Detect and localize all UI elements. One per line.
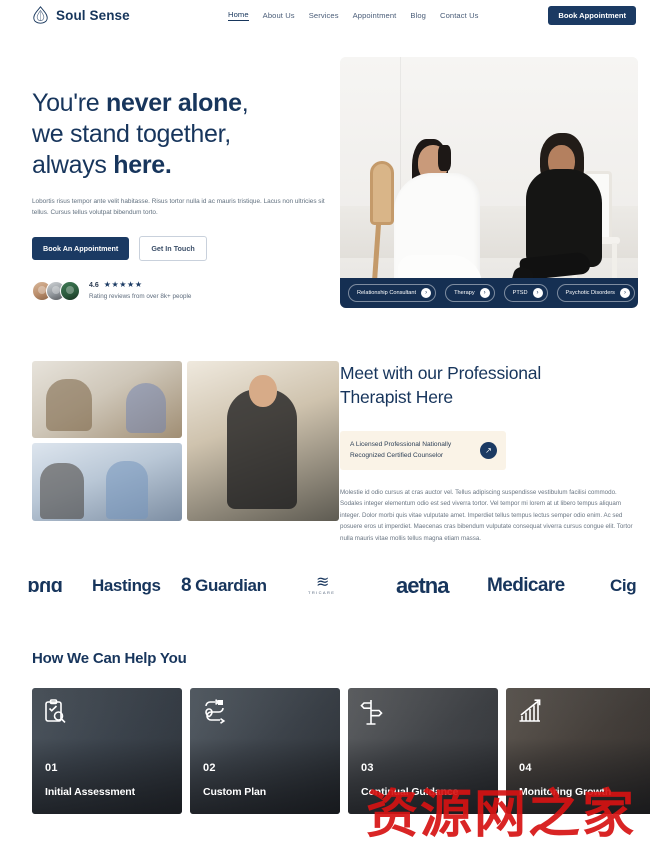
card-label: Monitoring Growth (519, 786, 612, 798)
nav-item-about-us[interactable]: About Us (263, 11, 295, 20)
partner-logo-cigna-left: ɒnɑ (28, 574, 63, 597)
nav-item-appointment[interactable]: Appointment (353, 11, 397, 20)
card-label: Continual Guidance (361, 786, 459, 798)
therapist-body-text: Molestie id odio cursus at cras auctor v… (340, 488, 633, 542)
chevron-right-icon: › (421, 288, 432, 298)
card-label: Custom Plan (203, 786, 267, 798)
card-number: 02 (203, 762, 216, 774)
service-tag-label: Psychotic Disorders (565, 290, 615, 296)
hero-buttons: Book An Appointment Get In Touch (32, 235, 332, 261)
nav-item-blog[interactable]: Blog (410, 11, 426, 20)
chevron-right-icon: › (532, 288, 543, 298)
hero-paragraph: Lobortis risus tempor ante velit habitas… (32, 198, 325, 217)
service-tag-label: PTSD (512, 290, 528, 296)
partner-logo-hastings: Hastings (92, 576, 161, 595)
service-tag-ptsd[interactable]: PTSD › (503, 284, 548, 302)
nav-item-services[interactable]: Services (309, 11, 339, 20)
hero-image-person-left (388, 137, 486, 305)
star-rating-icon: ★★★★★ (103, 280, 143, 290)
brand-logo[interactable]: Soul Sense (32, 6, 130, 24)
help-card-continual-guidance[interactable]: 03 Continual Guidance (348, 688, 498, 814)
partner-logo-strip: ɒnɑ Hastings 8 Guardian ≋ TRICARE aetna … (0, 566, 650, 606)
rating-score: 4.6 (89, 281, 99, 289)
brand-name: Soul Sense (56, 7, 130, 23)
help-cards: 01 Initial Assessment 02 Custom Plan 03 … (32, 688, 650, 814)
help-section-title: How We Can Help You (32, 650, 187, 667)
therapist-photo-portrait (187, 361, 339, 521)
service-tag-therapy[interactable]: Therapy › (445, 284, 495, 302)
rating-text: 4.6 ★★★★★ Rating reviews from over 8k+ p… (89, 280, 192, 301)
nav-item-contact-us[interactable]: Contact Us (440, 11, 479, 20)
hero-title: You're never alone, we stand together, a… (32, 88, 332, 180)
book-an-appointment-button[interactable]: Book An Appointment (32, 236, 130, 260)
hero-title-line1: You're (32, 89, 107, 117)
card-label: Initial Assessment (45, 786, 136, 798)
licensed-counselor-badge[interactable]: A Licensed Professional Nationally Recog… (340, 431, 506, 470)
site-header: Soul Sense Home About Us Services Appoin… (0, 0, 650, 30)
hero-title-bold2: here. (113, 150, 172, 179)
therapist-photo-session-1 (32, 361, 182, 438)
service-tag-relationship-consultant[interactable]: Relationship Consultant › (348, 284, 437, 302)
therapist-section: Meet with our Professional Therapist Her… (340, 361, 640, 544)
rating-block: 4.6 ★★★★★ Rating reviews from over 8k+ p… (32, 280, 332, 301)
card-number: 01 (45, 762, 58, 774)
tricare-label: TRICARE (308, 589, 336, 595)
arrow-up-right-icon[interactable]: ↗ (480, 442, 497, 459)
route-plan-icon (202, 699, 227, 730)
bar-chart-growth-icon (518, 699, 543, 730)
guardian-label: Guardian (195, 576, 267, 595)
hero-title-comma: , (241, 89, 249, 117)
chevron-right-icon: › (619, 288, 630, 298)
main-nav: Home About Us Services Appointment Blog … (228, 10, 479, 21)
hero-title-line2: we stand together, (32, 119, 231, 148)
reviewer-avatars (32, 280, 80, 301)
therapist-title-line2: Therapist Here (340, 387, 453, 408)
service-tag-psychotic-disorders[interactable]: Psychotic Disorders › (556, 284, 635, 302)
card-number: 04 (519, 762, 532, 774)
chevron-right-icon: › (479, 288, 490, 298)
clipboard-search-icon (44, 699, 68, 730)
droplet-lotus-icon (32, 6, 49, 24)
service-tag-label: Therapy (454, 290, 475, 296)
get-in-touch-button[interactable]: Get In Touch (139, 235, 207, 261)
signpost-icon (360, 699, 384, 730)
partner-logo-medicare: Medicare (487, 575, 565, 596)
service-tag-label: Relationship Consultant (357, 290, 417, 296)
badge-line-1: A Licensed Professional Nationally (350, 441, 452, 449)
therapist-photo-session-2 (32, 443, 182, 521)
hero-content: You're never alone, we stand together, a… (32, 88, 332, 301)
tricare-wave-icon: ≋ (315, 574, 329, 592)
avatar (60, 280, 80, 301)
hero-title-bold1: never alone (106, 89, 242, 117)
partner-logo-aetna: aetna (396, 573, 449, 598)
partner-logo-cigna-right: Cig (610, 576, 637, 595)
card-number: 03 (361, 762, 374, 774)
rating-note: Rating reviews from over 8k+ people (89, 293, 192, 301)
hero-image: Relationship Consultant › Therapy › PTSD… (340, 57, 638, 308)
hero-title-line3: always (32, 150, 114, 179)
partner-logo-guardian: 8 Guardian (181, 575, 267, 597)
badge-line-2: Recognized Certified Counselor (350, 451, 444, 459)
guardian-mark-icon: 8 (181, 575, 192, 596)
landing-page: Soul Sense Home About Us Services Appoin… (0, 0, 650, 846)
service-tag-bar: Relationship Consultant › Therapy › PTSD… (340, 278, 638, 308)
licensed-counselor-badge-text: A Licensed Professional Nationally Recog… (350, 440, 451, 460)
nav-item-home[interactable]: Home (228, 10, 249, 21)
book-appointment-button[interactable]: Book Appointment (548, 6, 636, 25)
therapist-title-line1: Meet with our Professional (340, 363, 542, 383)
help-card-monitoring-growth[interactable]: 04 Monitoring Growth (506, 688, 650, 814)
help-card-custom-plan[interactable]: 02 Custom Plan (190, 688, 340, 814)
partner-logo-tricare: ≋ TRICARE (308, 574, 336, 595)
help-card-initial-assessment[interactable]: 01 Initial Assessment (32, 688, 182, 814)
therapist-title: Meet with our Professional Therapist Her… (340, 361, 640, 409)
